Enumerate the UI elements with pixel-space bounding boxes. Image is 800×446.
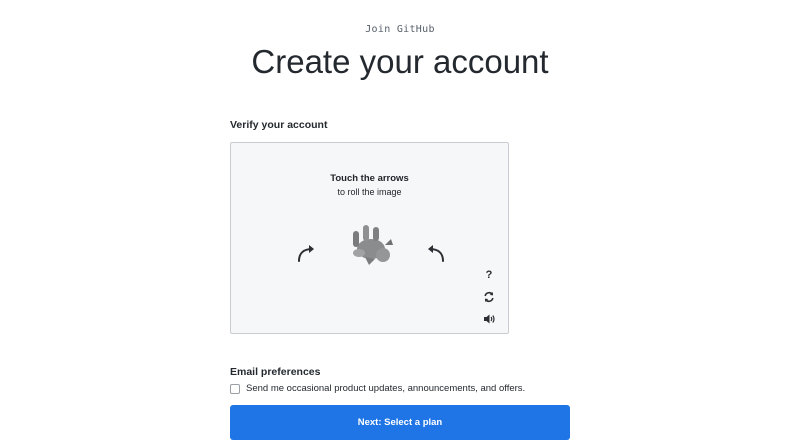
- join-github-eyebrow: Join GitHub: [365, 24, 435, 35]
- email-opt-in-row[interactable]: Send me occasional product updates, anno…: [230, 383, 525, 394]
- email-preferences-label: Email preferences: [230, 366, 321, 378]
- captcha-subtitle: to roll the image: [337, 187, 402, 197]
- arrow-rotate-left-icon[interactable]: [295, 241, 319, 265]
- animal-figure-image: [353, 225, 393, 265]
- speaker-svg: [483, 314, 495, 324]
- captcha-widget: Touch the arrows to roll the image ?: [230, 142, 509, 334]
- email-opt-in-label[interactable]: Send me occasional product updates, anno…: [246, 383, 525, 394]
- rotating-image: [339, 219, 403, 275]
- arrow-rotate-right-icon[interactable]: [423, 241, 447, 265]
- refresh-icon[interactable]: [481, 289, 497, 305]
- refresh-svg: [484, 291, 494, 303]
- verify-account-label: Verify your account: [230, 119, 328, 131]
- page-title: Create your account: [251, 43, 549, 80]
- help-icon[interactable]: ?: [481, 267, 497, 283]
- arrow-rotate-left-svg: [298, 245, 314, 262]
- signup-page: Join GitHub Create your account Verify y…: [0, 0, 800, 446]
- captcha-title: Touch the arrows: [330, 173, 409, 184]
- email-opt-in-checkbox[interactable]: [230, 383, 240, 394]
- audio-icon[interactable]: [481, 311, 497, 327]
- arrow-rotate-right-svg: [428, 245, 444, 262]
- next-select-plan-button[interactable]: Next: Select a plan: [230, 405, 570, 440]
